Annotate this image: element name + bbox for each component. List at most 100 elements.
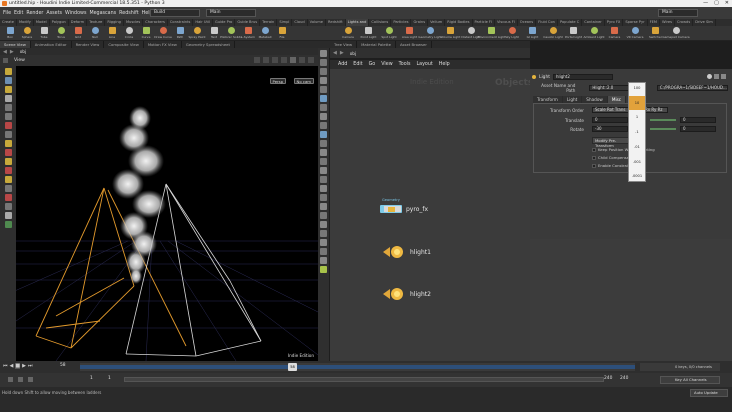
shelf-tab[interactable]: Particle Fl [473,19,495,26]
asset-path-field[interactable]: C:/PROGRA~1/SIDEEF~1/HOUD... [656,85,728,91]
shelf-tool-sphere[interactable]: Sphere [19,26,35,41]
child-compensation-checkbox[interactable] [592,155,596,160]
shelf-tab[interactable]: Simpl [277,19,293,26]
display-icon[interactable] [320,131,327,138]
shelf-tab[interactable]: Rigging [105,19,124,26]
display-icon[interactable] [320,158,327,165]
shelf-tool-vr-camera[interactable]: VR Camera [627,26,643,41]
shelf-tool-draw-curve[interactable]: Draw Curve [154,26,172,41]
shelf-tool-torus[interactable]: Torus [53,26,69,41]
shelf-tab[interactable]: Container [582,19,605,26]
display-icon[interactable] [320,266,327,273]
snap-tool-icon[interactable] [4,131,12,138]
display-icon[interactable] [320,149,327,156]
persp-menu[interactable]: Persp [269,78,286,84]
shelf-tab[interactable]: Volume [308,19,327,26]
shelf-tab[interactable]: Hair Util [193,19,213,26]
scene-path[interactable]: obj [20,49,26,54]
display-icon[interactable] [320,212,327,219]
menu-assets[interactable]: Assets [46,11,62,16]
tool-icon[interactable] [263,57,269,63]
shelf-tool-environment-light[interactable]: Environment Light [478,26,505,41]
menu-render[interactable]: Render [26,11,43,16]
display-icon[interactable] [320,113,327,120]
display-icon[interactable] [320,248,327,255]
transform-order-menu[interactable]: Scale Rot Trans [592,107,630,113]
move-tool-icon[interactable] [4,86,12,93]
brush-tool-icon[interactable] [4,158,12,165]
key-all-channels-button[interactable]: Key All Channels [660,376,720,384]
maximize-button[interactable]: ▢ [714,0,719,7]
shelf-tool-point-light[interactable]: Point Light [361,26,377,41]
tool-icon[interactable] [308,57,314,63]
display-icon[interactable] [320,122,327,129]
range-icon[interactable] [28,377,33,382]
network-path[interactable]: obj [350,51,356,56]
shelf-tool-gamepad-camera[interactable]: Gamepad Camera [662,26,690,41]
shelf-tab[interactable]: Viscous Fl [495,19,518,26]
stop-icon[interactable]: ■ [15,363,21,369]
keep-position-checkbox[interactable] [592,147,596,152]
minimize-button[interactable]: — [703,0,708,7]
shelf-tab[interactable]: Muscles [124,19,144,26]
rotate-x-field[interactable]: -30 [592,126,628,132]
desktop-main-dropdown[interactable]: Main [658,9,698,17]
ladder-item[interactable]: 1 [629,115,645,119]
handle-tool-icon[interactable] [4,95,12,102]
menu-file[interactable]: File [3,11,11,16]
shelf-tab[interactable]: Modify [17,19,34,26]
shelf-tool-file[interactable]: File [274,26,290,41]
shelf-tool-spray-paint[interactable]: Spray Paint [188,26,206,41]
tab-render-view[interactable]: Render View [72,41,105,48]
tab-scene-view[interactable]: Scene View [0,41,31,48]
menu-redshift[interactable]: Redshift [119,11,138,16]
shelf-tab[interactable]: Redshift [326,19,346,26]
view-tool-icon[interactable] [4,113,12,120]
translate-z-field[interactable]: 0 [680,117,716,123]
shelf-tool-curve[interactable]: Curve [138,26,154,41]
display-tool-icon[interactable] [4,221,12,228]
shelf-tab[interactable]: Vellum [428,19,446,26]
camera-menu[interactable]: No cam [293,78,314,84]
shelf-tab[interactable]: Texture [87,19,106,26]
shelf-tab-lights[interactable]: Lights and [345,19,370,26]
forward-arrow-icon[interactable]: ▶ [10,49,14,55]
shelf-tab[interactable]: Guide Pro [213,19,236,26]
display-icon[interactable] [320,140,327,147]
tab-composite-view[interactable]: Composite View [104,41,144,48]
enable-constraints-checkbox[interactable] [592,163,596,168]
desktop-dropdown[interactable]: Main [206,9,256,17]
timeline-track[interactable]: 58 [80,363,635,371]
shelf-tab[interactable]: Deform [69,19,88,26]
rotate-z-field[interactable]: 0 [680,126,716,132]
rotate-y-slider[interactable] [650,128,676,130]
pose-tool-icon[interactable] [4,104,12,111]
magnet-snap-icon[interactable] [4,194,12,201]
tab-misc[interactable]: Misc [607,96,627,103]
shelf-tool-line[interactable]: Line [104,26,120,41]
shelf-tool-geometry-light[interactable]: Geometry Light [418,26,442,41]
net-menu-edit[interactable]: Edit [353,62,362,67]
shelf-tool-circle[interactable]: Circle [121,26,137,41]
shelf-tab[interactable]: Oceans [518,19,537,26]
ladder-item-selected[interactable]: 10 [629,96,645,110]
shelf-tab[interactable]: Guide Brus [235,19,261,26]
shelf-tab[interactable]: Polygon [50,19,69,26]
tab-asset-browser[interactable]: Asset Browser [396,41,432,48]
shelf-tool-distant-light[interactable]: Distant Light [461,26,481,41]
tool-icon[interactable] [299,57,305,63]
tab-shadow[interactable]: Shadow [582,96,608,103]
shelf-tab[interactable]: Characters [143,19,168,26]
range-icon[interactable] [18,377,23,382]
shelf-tool-platonic-solids[interactable]: Platonic Solids [220,26,242,41]
display-icon[interactable] [320,203,327,210]
net-menu-go[interactable]: Go [369,62,376,67]
shelf-tool-switcher[interactable]: Switcher [648,26,664,41]
shelf-tool-spot-light[interactable]: Spot Light [381,26,397,41]
display-icon[interactable] [320,167,327,174]
ladder-item[interactable]: .01 [629,145,645,149]
menu-edit[interactable]: Edit [14,11,23,16]
display-icon[interactable] [320,104,327,111]
shelf-tab[interactable]: Collisions [369,19,392,26]
end-frame-field-2[interactable]: 240 [620,376,628,381]
